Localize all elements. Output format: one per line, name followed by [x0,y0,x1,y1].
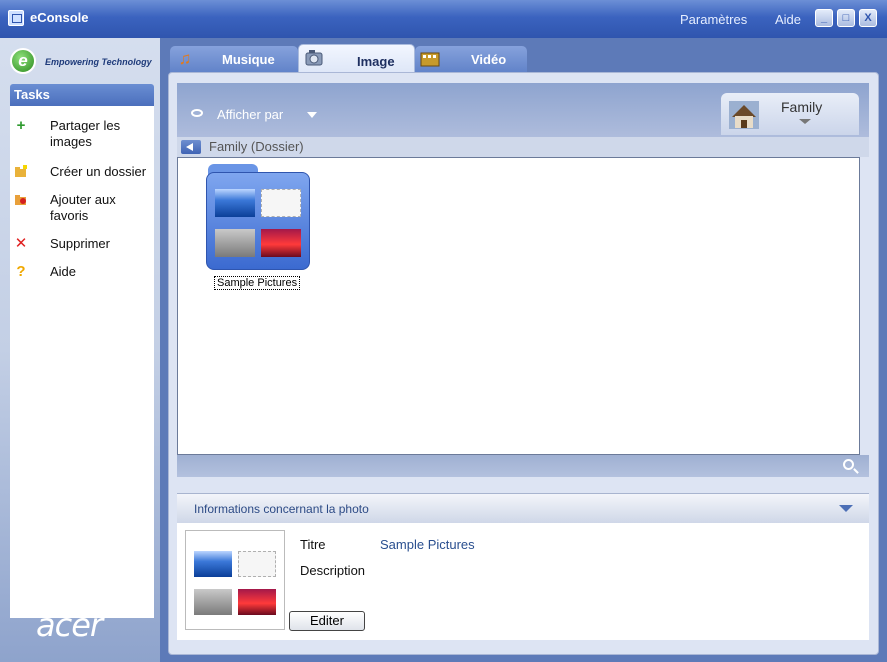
camera-icon [303,47,325,69]
breadcrumb-path: Family (Dossier) [209,139,304,154]
thumbnail-sea [215,189,255,217]
photo-info-header[interactable]: Informations concernant la photo [177,493,869,523]
menu-parametres[interactable]: Paramètres [680,12,747,27]
favorites-folder-icon [14,193,28,207]
thumbnail-sunset [238,589,276,615]
menu-aide[interactable]: Aide [775,12,801,27]
close-button[interactable]: X [859,9,877,27]
thumbnail-map [261,189,301,217]
title-bar: eConsole Paramètres Aide _ □ X [0,0,887,38]
tab-label: Image [357,54,395,69]
thumbnail-view[interactable]: Sample Pictures [177,157,860,455]
thumbnail-city [215,229,255,257]
music-note-icon: ♫ [178,49,192,68]
new-folder-icon [14,165,28,179]
folder-item[interactable] [206,164,310,270]
thumbnail-map [238,551,276,577]
afficher-par-dropdown[interactable]: Afficher par [217,107,283,122]
task-ajouter-favoris[interactable]: Ajouter aux favoris [10,192,154,226]
view-toolbar: Afficher par Family [177,83,869,137]
window-title: eConsole [30,10,89,25]
main-panel: Afficher par Family Family (Dossier) Sam… [168,72,879,655]
tab-image[interactable]: Image [298,44,415,74]
breadcrumb: Family (Dossier) [177,137,869,157]
task-label: Ajouter aux favoris [50,192,116,223]
album-selector[interactable]: Family [721,93,859,135]
sidebar: e Empowering Technology Tasks + Partager… [0,38,160,662]
tab-label: Vidéo [471,52,507,67]
task-creer-dossier[interactable]: Créer un dossier [10,164,154,182]
task-supprimer[interactable]: ✕ Supprimer [10,236,154,254]
thumbnail-sea [194,551,232,577]
tab-video[interactable]: Vidéo [415,46,527,74]
album-label: Family [781,99,823,115]
task-label: Aide [50,264,77,279]
task-label: Créer un dossier [50,164,147,179]
brand-tagline: Empowering Technology [45,57,152,67]
task-label: Supprimer [50,236,110,251]
photo-info-title: Informations concernant la photo [194,502,369,516]
chevron-down-icon [799,119,811,124]
search-bar [177,455,869,477]
help-icon: ? [16,263,26,280]
chevron-down-icon[interactable] [839,505,853,512]
task-partager-images[interactable]: + Partager les images [10,118,154,152]
description-key: Description [300,563,366,578]
empowering-logo-icon: e [10,48,36,74]
thumbnail-sunset [261,229,301,257]
app-icon [8,10,24,26]
edit-button[interactable]: Editer [289,611,365,631]
thumbnail-city [194,589,232,615]
brand: e Empowering Technology [0,44,160,78]
title-value: Sample Pictures [380,537,475,552]
acer-logo: acer [36,606,103,644]
delete-x-icon: ✕ [14,235,28,252]
tab-label: Musique [222,52,275,67]
plus-icon: + [16,117,26,134]
chevron-down-icon[interactable] [307,112,317,118]
minimize-button[interactable]: _ [815,9,833,27]
tab-musique[interactable]: ♫ Musique [170,46,298,74]
task-label: Partager les images [50,118,121,149]
media-tabs: ♫ Musique Image Vidéo [160,38,887,74]
tasks-header: Tasks [10,84,154,106]
folder-name[interactable]: Sample Pictures [214,276,301,290]
task-aide[interactable]: ? Aide [10,264,154,282]
search-icon[interactable] [843,459,854,470]
eye-icon [191,109,203,117]
title-key: Titre [300,537,326,552]
house-icon [729,101,759,129]
tasks-panel: + Partager les images Créer un dossier A… [10,106,154,618]
restore-button[interactable]: □ [837,9,855,27]
photo-preview [185,530,285,630]
photo-info-panel: Titre Sample Pictures Description Editer [177,523,869,640]
back-arrow-icon[interactable] [181,140,201,154]
folder-preview [206,172,310,270]
film-icon [419,48,441,70]
